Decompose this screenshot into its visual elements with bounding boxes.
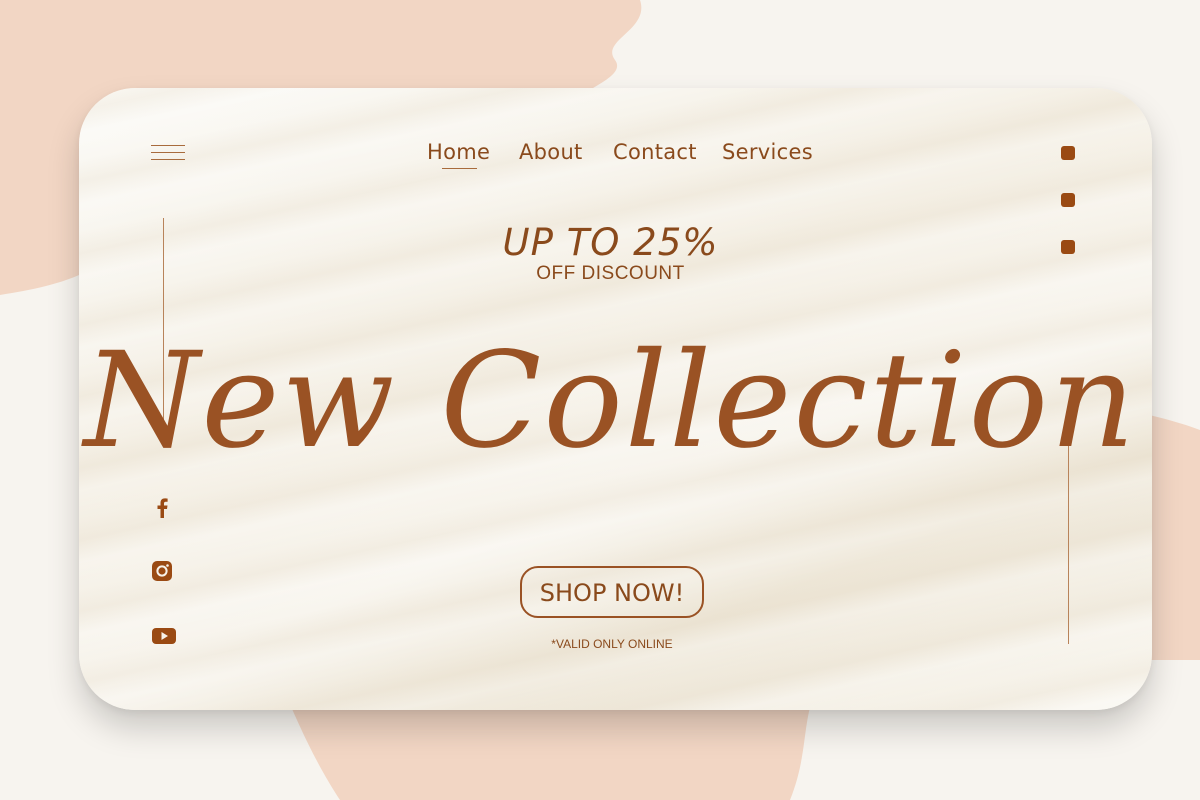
nav-item-contact[interactable]: Contact	[613, 140, 697, 164]
landing-card: Home About Contact Services UP TO 25% OF…	[79, 88, 1152, 710]
instagram-icon[interactable]	[151, 560, 173, 582]
nav-item-home[interactable]: Home	[427, 140, 490, 164]
shop-now-button[interactable]: SHOP NOW!	[520, 566, 704, 618]
nav-item-about[interactable]: About	[519, 140, 583, 164]
slider-dot[interactable]	[1061, 193, 1075, 207]
slider-dot[interactable]	[1061, 146, 1075, 160]
nav-active-underline	[442, 168, 477, 169]
top-nav: Home About Contact Services	[79, 140, 1152, 180]
headline: New Collection	[83, 324, 1138, 478]
promo-title: UP TO 25%	[502, 221, 719, 264]
nav-item-services[interactable]: Services	[722, 140, 813, 164]
facebook-icon[interactable]	[156, 498, 168, 518]
promo-subtitle: OFF DISCOUNT	[536, 263, 685, 284]
valid-online-note: *VALID ONLY ONLINE	[551, 637, 673, 651]
